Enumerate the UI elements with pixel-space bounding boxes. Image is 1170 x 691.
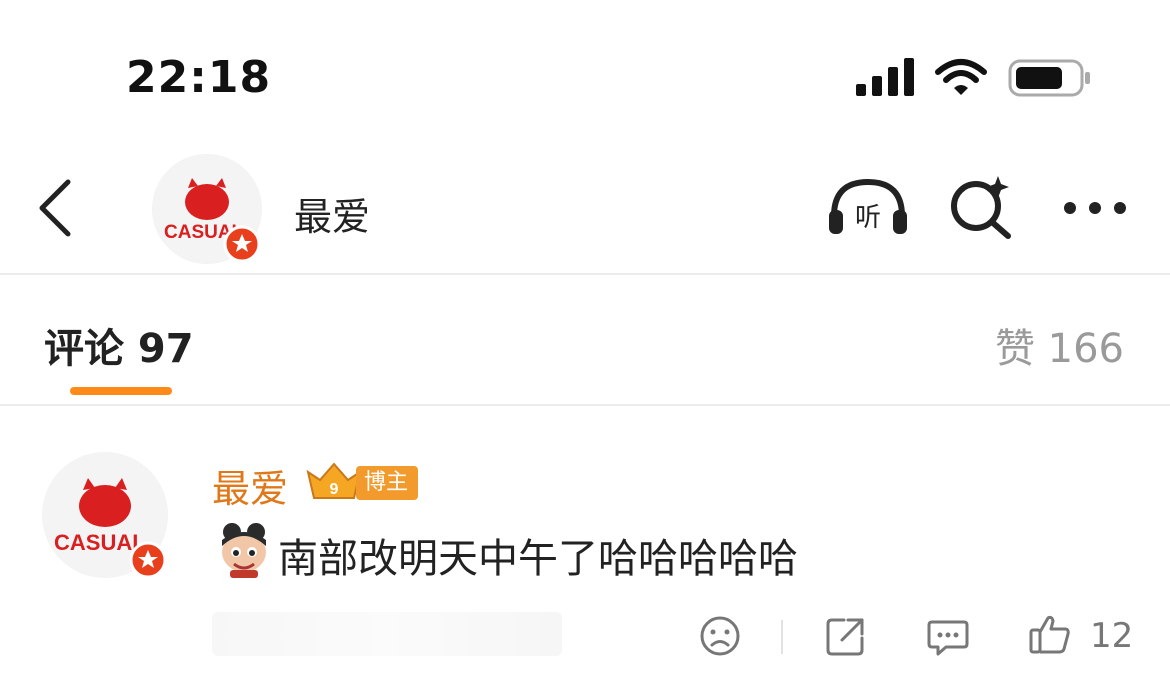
comment-icon[interactable]	[926, 614, 970, 658]
listen-button[interactable]: 听	[826, 176, 910, 240]
comment-text: 南部改明天中午了哈哈哈哈哈	[278, 536, 798, 582]
tab-likes[interactable]: 赞 166	[995, 316, 1124, 374]
tabs-divider	[0, 404, 1170, 406]
action-separator	[781, 620, 783, 654]
like-count: 12	[1090, 616, 1134, 656]
back-button[interactable]	[36, 178, 76, 238]
crown-level-icon: 9	[306, 462, 362, 499]
level-number: 9	[330, 481, 339, 498]
header-title: 最爱	[294, 195, 371, 239]
comment-author[interactable]: 最爱	[212, 458, 288, 513]
thumbs-up-icon[interactable]	[1028, 612, 1072, 656]
search-icon[interactable]	[948, 174, 1014, 240]
blurred-meta	[212, 612, 562, 656]
more-options-icon[interactable]	[1060, 196, 1130, 220]
author-avatar[interactable]: CASUAL	[152, 154, 262, 264]
avatar-logo-icon: CASUAL	[153, 155, 261, 263]
comment-avatar[interactable]: CASUAL	[42, 452, 168, 579]
wifi-icon	[935, 59, 987, 95]
dislike-face-icon[interactable]	[698, 614, 742, 658]
status-time: 22:18	[126, 52, 272, 103]
tab-comments[interactable]: 评论 97	[44, 316, 194, 374]
nezha-emoji-icon	[222, 523, 266, 578]
share-icon[interactable]	[824, 614, 868, 658]
battery-icon	[1008, 59, 1090, 97]
listen-label: 听	[855, 203, 881, 233]
header-divider	[0, 273, 1170, 275]
blogger-badge: 博主	[356, 466, 419, 500]
avatar-logo-icon: CASUAL	[43, 453, 167, 579]
signal-icon	[856, 58, 914, 96]
active-tab-indicator	[70, 387, 172, 395]
